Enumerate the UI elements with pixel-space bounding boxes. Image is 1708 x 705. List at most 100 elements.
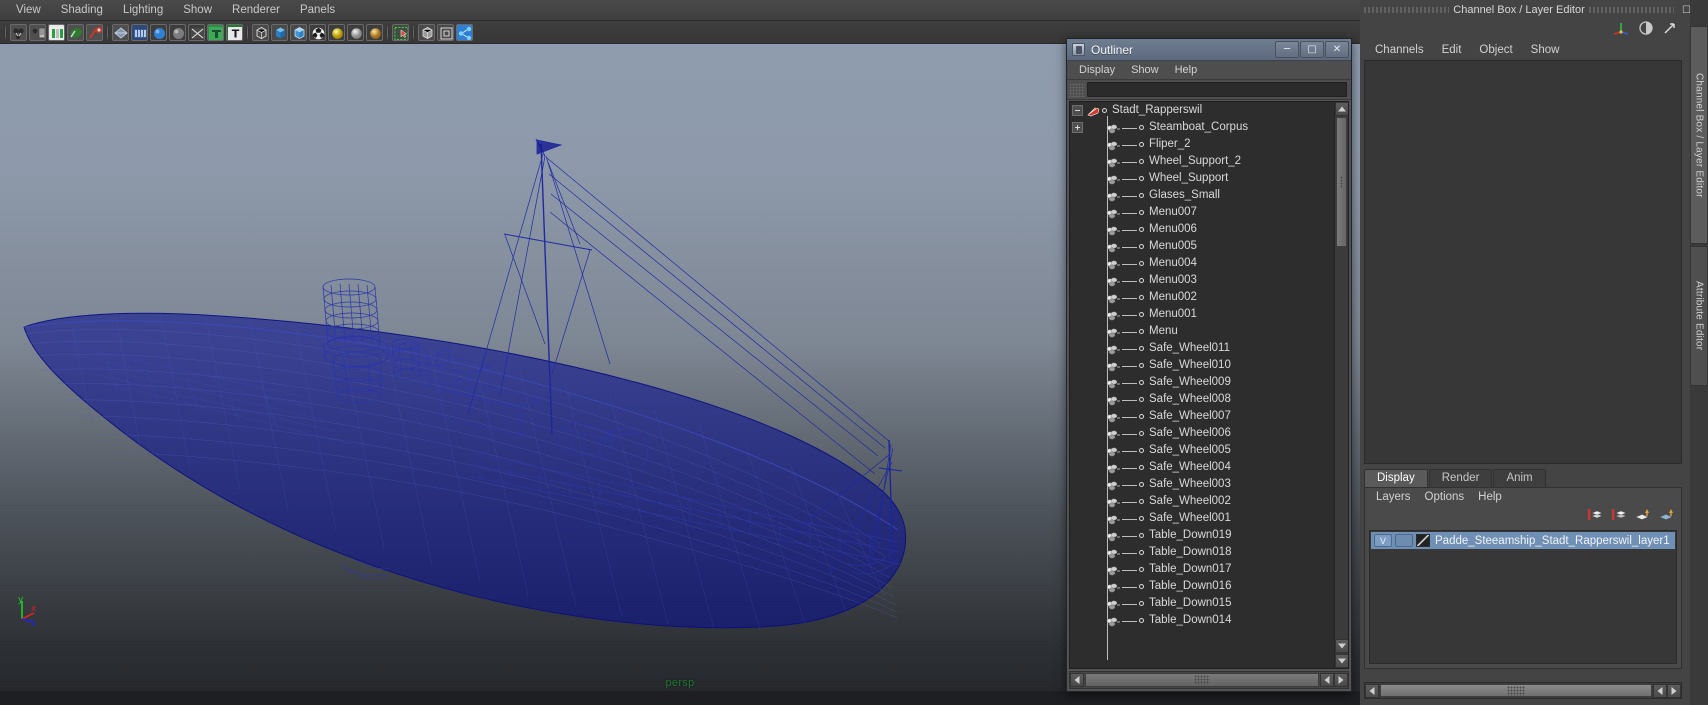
outliner-row[interactable]: Table_Down017 (1070, 561, 1334, 578)
outliner-row[interactable]: Safe_Wheel006 (1070, 425, 1334, 442)
checker-sphere-icon[interactable] (309, 23, 326, 41)
arrow-up-right-icon[interactable] (1662, 20, 1678, 41)
outliner-row[interactable]: Table_Down019 (1070, 527, 1334, 544)
isolate-select-icon[interactable] (437, 23, 454, 41)
outliner-row[interactable]: Menu001 (1070, 306, 1334, 323)
layer-color-swatch[interactable] (1416, 534, 1430, 547)
highlight-selection-mode-icon[interactable] (67, 23, 84, 41)
outliner-search-field[interactable] (1087, 82, 1347, 100)
outliner-row[interactable]: Glases_Small (1070, 187, 1334, 204)
layer-playback-toggle[interactable] (1395, 534, 1413, 547)
outliner-row[interactable]: Table_Down015 (1070, 595, 1334, 612)
layer-list[interactable]: V Padde_Steeamship_Stadt_Rapperswil_laye… (1369, 530, 1677, 664)
outliner-row[interactable]: Safe_Wheel005 (1070, 442, 1334, 459)
select-by-object-type-icon[interactable] (29, 23, 46, 41)
text-tool-icon[interactable]: T (226, 23, 243, 41)
channelbox-menu-show[interactable]: Show (1522, 40, 1569, 60)
outliner-row[interactable]: Menu006 (1070, 221, 1334, 238)
select-by-component-type-icon[interactable] (48, 23, 65, 41)
light-yellow-sphere-icon[interactable] (328, 23, 345, 41)
layer-row[interactable]: V Padde_Steeamship_Stadt_Rapperswil_laye… (1371, 532, 1675, 549)
outliner-row[interactable]: Table_Down018 (1070, 544, 1334, 561)
select-by-hierarchy-icon[interactable] (10, 23, 27, 41)
channelbox-menu-channels[interactable]: Channels (1366, 40, 1433, 60)
collapse-minus-icon[interactable] (1072, 105, 1083, 116)
light-grey-sphere-icon[interactable] (347, 23, 364, 41)
rp-scroll-right-button[interactable] (1667, 683, 1681, 698)
share-icon[interactable] (456, 23, 473, 41)
panel-drag-grip-right[interactable] (1588, 7, 1674, 13)
outliner-list[interactable]: Stadt_Rapperswil Steamboat_Corpus Fliper_2… (1070, 102, 1334, 668)
tab-render[interactable]: Render (1428, 469, 1493, 487)
toggle-half-circle-icon[interactable] (1638, 20, 1654, 41)
outliner-title-bar[interactable]: Outliner ─ □ ✕ (1067, 39, 1351, 61)
smooth-shade-cube-icon[interactable] (271, 23, 288, 41)
tab-anim[interactable]: Anim (1493, 469, 1546, 487)
channelbox-menu-object[interactable]: Object (1470, 40, 1521, 60)
texture-sphere-icon[interactable] (169, 23, 186, 41)
menu-show[interactable]: Show (173, 0, 222, 21)
menu-panels[interactable]: Panels (290, 0, 345, 21)
rp-scroll-left-button-2[interactable] (1653, 683, 1667, 698)
select-handle-icon[interactable] (86, 23, 103, 41)
outliner-row[interactable]: Safe_Wheel008 (1070, 391, 1334, 408)
scroll-right-button[interactable] (1334, 673, 1348, 687)
vertical-tab-channel-box[interactable]: Channel Box / Layer Editor (1690, 26, 1708, 244)
outliner-menu-help[interactable]: Help (1167, 61, 1206, 80)
outliner-row[interactable]: Steamboat_Corpus (1070, 119, 1334, 136)
outliner-row[interactable]: Safe_Wheel011 (1070, 340, 1334, 357)
menu-view[interactable]: View (6, 0, 51, 21)
horizontal-scroll-thumb[interactable] (1085, 673, 1319, 687)
new-layer-icon[interactable] (1586, 507, 1603, 527)
bounding-box-cube-icon[interactable] (418, 23, 435, 41)
xray-shading-icon[interactable] (112, 23, 129, 41)
marquee-select-icon[interactable] (392, 23, 409, 41)
right-panel-horizontal-scrollbar[interactable] (1364, 682, 1682, 699)
scroll-down-button[interactable] (1335, 654, 1348, 668)
outliner-row[interactable]: Wheel_Support_2 (1070, 153, 1334, 170)
channel-box-content[interactable] (1364, 60, 1682, 464)
rp-horizontal-scroll-thumb[interactable] (1380, 684, 1652, 697)
menu-lighting[interactable]: Lighting (113, 0, 173, 21)
outliner-row[interactable]: Menu002 (1070, 289, 1334, 306)
layer-menu-options[interactable]: Options (1418, 488, 1472, 506)
text-display-icon[interactable] (207, 23, 224, 41)
outliner-row[interactable]: Menu (1070, 323, 1334, 340)
outliner-row[interactable]: Safe_Wheel010 (1070, 357, 1334, 374)
panel-drag-grip[interactable] (1364, 7, 1450, 13)
new-layer-from-selected-icon[interactable] (1610, 507, 1627, 527)
outliner-row[interactable]: Table_Down016 (1070, 578, 1334, 595)
outliner-row[interactable]: Fliper_2 (1070, 136, 1334, 153)
outliner-row[interactable]: Safe_Wheel002 (1070, 493, 1334, 510)
layer-down-icon[interactable] (1658, 507, 1675, 527)
shaded-sphere-icon[interactable] (150, 23, 167, 41)
outliner-row[interactable]: Stadt_Rapperswil (1070, 102, 1334, 119)
outliner-row[interactable]: Table_Down014 (1070, 612, 1334, 629)
layer-up-icon[interactable] (1634, 507, 1651, 527)
outliner-row[interactable]: Safe_Wheel001 (1070, 510, 1334, 527)
scroll-up-button[interactable] (1335, 102, 1348, 116)
vertical-tab-attribute-editor[interactable]: Attribute Editor (1690, 246, 1708, 386)
outliner-row[interactable]: Safe_Wheel007 (1070, 408, 1334, 425)
xray-joints-icon[interactable] (131, 23, 148, 41)
channelbox-menu-edit[interactable]: Edit (1433, 40, 1471, 60)
maximize-button[interactable]: □ (1300, 41, 1324, 58)
scroll-left-button-2[interactable] (1320, 673, 1334, 687)
layer-menu-help[interactable]: Help (1471, 488, 1509, 506)
outliner-row[interactable]: Safe_Wheel009 (1070, 374, 1334, 391)
expand-plus-icon[interactable] (1072, 122, 1083, 133)
outliner-row[interactable]: Menu003 (1070, 272, 1334, 289)
search-input[interactable] (1088, 86, 1346, 100)
outliner-row[interactable]: Menu005 (1070, 238, 1334, 255)
wireframe-cube-icon[interactable] (252, 23, 269, 41)
layer-visibility-toggle[interactable]: V (1374, 534, 1392, 547)
outliner-menu-display[interactable]: Display (1071, 61, 1123, 80)
scroll-left-button[interactable] (1070, 673, 1084, 687)
outliner-vertical-scrollbar[interactable] (1334, 102, 1348, 668)
outliner-row[interactable]: Menu004 (1070, 255, 1334, 272)
smooth-shade-all-cube-icon[interactable] (290, 23, 307, 41)
light-amber-sphere-icon[interactable] (366, 23, 383, 41)
outliner-menu-show[interactable]: Show (1123, 61, 1167, 80)
outliner-row[interactable]: Safe_Wheel004 (1070, 459, 1334, 476)
close-button[interactable]: ✕ (1325, 41, 1349, 58)
